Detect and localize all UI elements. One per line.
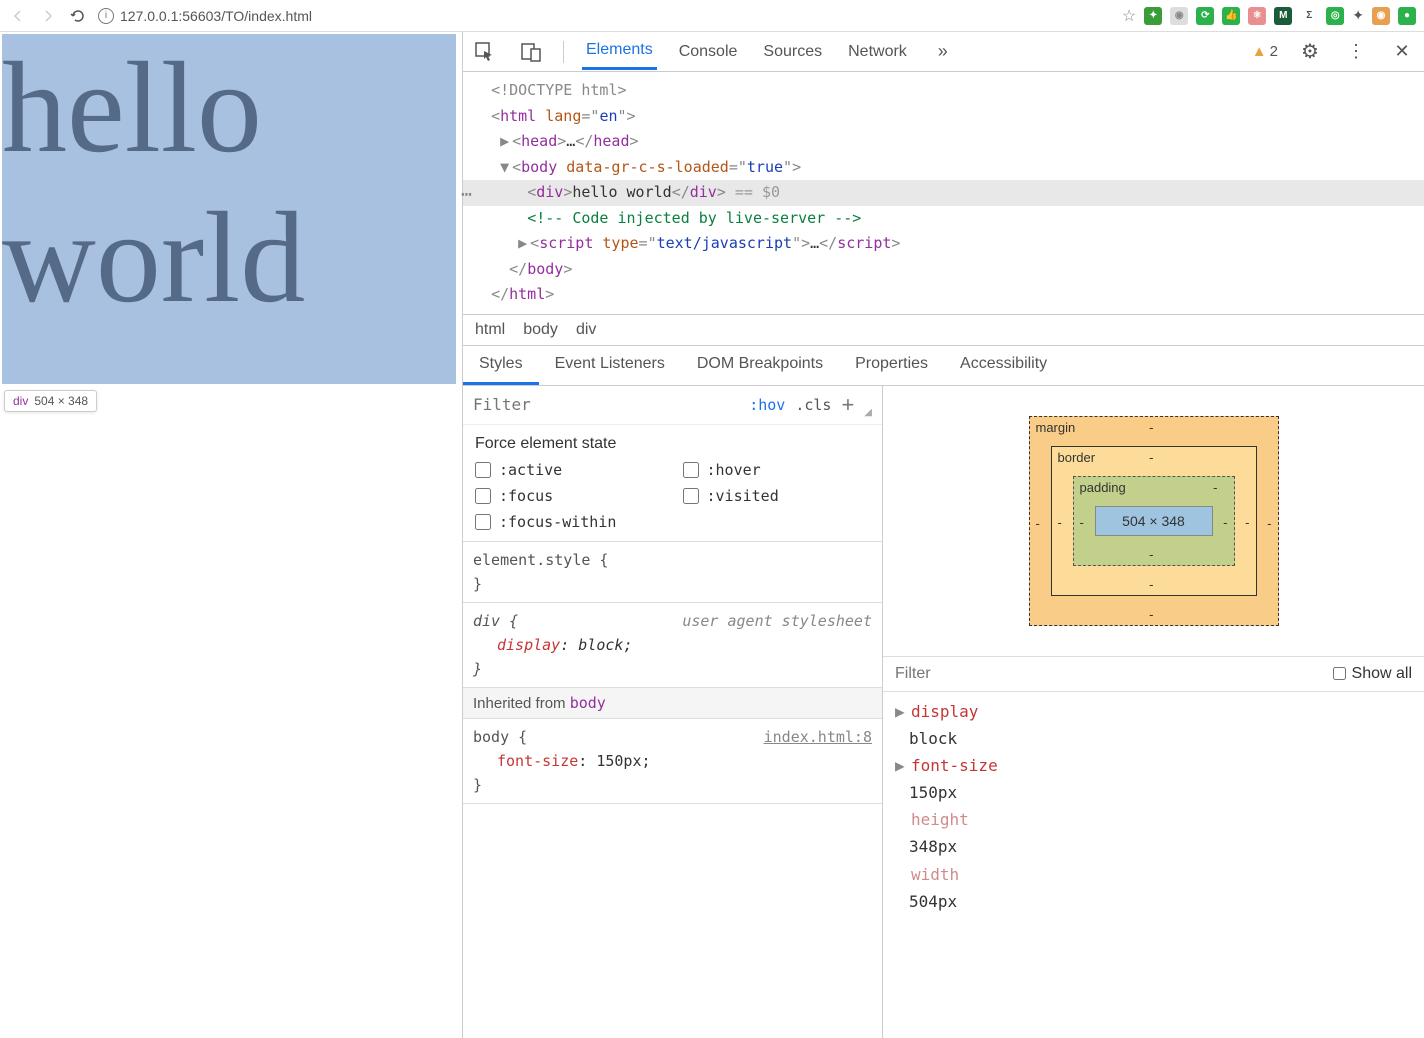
inspect-icon[interactable]: [471, 38, 499, 66]
computed-width[interactable]: width: [895, 861, 1412, 888]
tab-elements[interactable]: Elements: [582, 33, 657, 70]
dom-comment[interactable]: <!-- Code injected by live-server -->: [473, 206, 1414, 232]
site-info-icon[interactable]: i: [98, 8, 114, 24]
tooltip-dims: 504 × 348: [34, 394, 88, 408]
dom-html[interactable]: <html lang="en">: [473, 104, 1414, 130]
styles-pane: :hov .cls + ◢ Force element state :activ…: [463, 386, 883, 1038]
ext-icon-4[interactable]: 👍: [1222, 7, 1240, 25]
more-tabs-icon[interactable]: »: [929, 38, 957, 66]
dom-head[interactable]: ▶<head>…</head>: [473, 129, 1414, 155]
dom-div-selected[interactable]: ⋯ <div>hello world</div> == $0: [463, 180, 1424, 206]
hov-button[interactable]: :hov: [749, 396, 785, 414]
warning-icon: ▲: [1252, 43, 1267, 60]
extensions-area: ☆ ✦ ◉ ⟳ 👍 ⚛ M Σ ◎ ✦ ◉ ●: [1122, 6, 1416, 26]
breadcrumb-div[interactable]: div: [576, 321, 596, 339]
rule-body[interactable]: index.html:8body { font-size: 150px; }: [463, 719, 882, 804]
subtab-event-listeners[interactable]: Event Listeners: [539, 346, 681, 385]
ext-puzzle-icon[interactable]: ✦: [1352, 7, 1364, 24]
ext-icon-1[interactable]: ✦: [1144, 7, 1162, 25]
subtab-accessibility[interactable]: Accessibility: [944, 346, 1063, 385]
inherited-from-bar: Inherited from body: [463, 688, 882, 719]
state-hover[interactable]: :hover: [683, 461, 871, 479]
box-content: 504 × 348: [1095, 506, 1213, 536]
subtab-styles[interactable]: Styles: [463, 346, 539, 385]
reload-button[interactable]: [68, 6, 88, 26]
show-all-checkbox[interactable]: Show all: [1333, 665, 1412, 683]
breadcrumb: html body div: [463, 315, 1424, 346]
devtools-tabbar: Elements Console Sources Network » ▲ 2 ⚙…: [463, 32, 1424, 72]
forward-button[interactable]: [38, 6, 58, 26]
ext-icon-8[interactable]: ◎: [1326, 7, 1344, 25]
state-active[interactable]: :active: [475, 461, 663, 479]
ext-icon-3[interactable]: ⟳: [1196, 7, 1214, 25]
dom-script[interactable]: ▶<script type="text/javascript">…</scrip…: [473, 231, 1414, 257]
dom-body-close[interactable]: </body>: [473, 257, 1414, 283]
close-devtools-icon[interactable]: ✕: [1388, 38, 1416, 66]
warning-count: 2: [1270, 43, 1278, 60]
ext-icon-9[interactable]: ◉: [1372, 7, 1390, 25]
new-rule-button[interactable]: +: [841, 392, 854, 418]
dom-tree[interactable]: <!DOCTYPE html> <html lang="en"> ▶<head>…: [463, 72, 1424, 315]
tab-console[interactable]: Console: [675, 35, 742, 69]
styles-subtabs: Styles Event Listeners DOM Breakpoints P…: [463, 346, 1424, 386]
star-icon[interactable]: ☆: [1122, 6, 1136, 26]
device-toggle-icon[interactable]: [517, 38, 545, 66]
dom-doctype[interactable]: <!DOCTYPE html>: [473, 78, 1414, 104]
ext-icon-5[interactable]: ⚛: [1248, 7, 1266, 25]
subtab-properties[interactable]: Properties: [839, 346, 944, 385]
url-text[interactable]: 127.0.0.1:56603/TO/index.html: [120, 8, 312, 24]
computed-height[interactable]: height: [895, 806, 1412, 833]
subtab-dom-breakpoints[interactable]: DOM Breakpoints: [681, 346, 839, 385]
breadcrumb-body[interactable]: body: [523, 321, 558, 339]
inherited-link[interactable]: body: [570, 694, 606, 712]
styles-filter-input[interactable]: [473, 395, 739, 414]
cls-button[interactable]: .cls: [795, 396, 831, 414]
computed-display[interactable]: ▶display: [895, 698, 1412, 725]
ext-icon-10[interactable]: ●: [1398, 7, 1416, 25]
force-state-title: Force element state: [475, 435, 870, 453]
resize-corner-icon[interactable]: ◢: [864, 407, 872, 418]
state-focus-within[interactable]: :focus-within: [475, 513, 663, 531]
computed-filter-input[interactable]: [895, 665, 1323, 683]
rule-div[interactable]: user agent stylesheetdiv { display: bloc…: [463, 603, 882, 688]
computed-font-size[interactable]: ▶font-size: [895, 752, 1412, 779]
tooltip-tag: div: [13, 394, 28, 408]
state-focus[interactable]: :focus: [475, 487, 663, 505]
force-element-state: Force element state :active :hover :focu…: [463, 425, 882, 542]
warnings-badge[interactable]: ▲ 2: [1252, 43, 1278, 60]
rule-element-style[interactable]: element.style { }: [463, 542, 882, 603]
state-visited[interactable]: :visited: [683, 487, 871, 505]
settings-icon[interactable]: ⚙: [1296, 38, 1324, 66]
dom-body[interactable]: ▼<body data-gr-c-s-loaded="true">: [473, 155, 1414, 181]
box-model[interactable]: margin - - - - border - - - -: [1029, 416, 1279, 626]
page-div-selected[interactable]: hello world: [2, 34, 456, 384]
element-tooltip: div 504 × 348: [4, 390, 97, 412]
devtools-panel: Elements Console Sources Network » ▲ 2 ⚙…: [462, 32, 1424, 1038]
computed-list: ▶display block ▶font-size 150px height 3…: [883, 692, 1424, 922]
dom-html-close[interactable]: </html>: [473, 282, 1414, 308]
ext-icon-7[interactable]: Σ: [1300, 7, 1318, 25]
ext-icon-2[interactable]: ◉: [1170, 7, 1188, 25]
page-viewport: hello world div 504 × 348: [0, 32, 462, 1038]
computed-pane: margin - - - - border - - - -: [883, 386, 1424, 1038]
kebab-menu-icon[interactable]: ⋮: [1342, 38, 1370, 66]
browser-toolbar: i 127.0.0.1:56603/TO/index.html ☆ ✦ ◉ ⟳ …: [0, 0, 1424, 32]
tab-network[interactable]: Network: [844, 35, 911, 69]
tab-sources[interactable]: Sources: [759, 35, 826, 69]
source-link[interactable]: index.html:8: [764, 725, 872, 749]
ext-icon-6[interactable]: M: [1274, 7, 1292, 25]
breadcrumb-html[interactable]: html: [475, 321, 505, 339]
back-button[interactable]: [8, 6, 28, 26]
